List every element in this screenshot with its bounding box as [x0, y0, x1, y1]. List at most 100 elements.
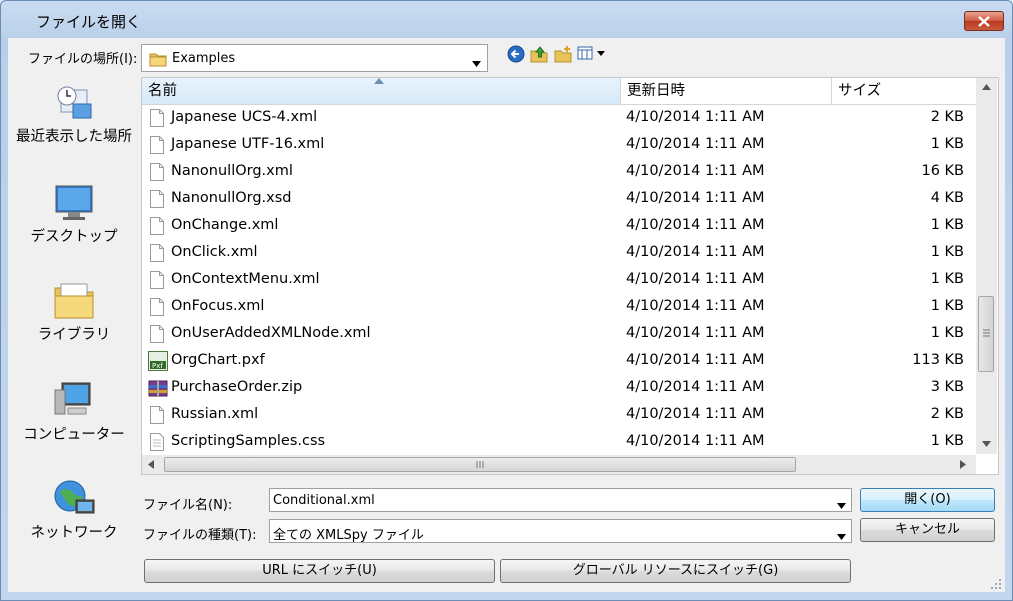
- computer-icon: [54, 382, 91, 415]
- file-size: 1 KB: [930, 298, 964, 314]
- file-date: 4/10/2014 1:11 AM: [626, 298, 765, 314]
- file-name: NanonullOrg.xsd: [171, 190, 292, 206]
- close-icon: [978, 16, 990, 27]
- chevron-down-icon[interactable]: [837, 529, 846, 544]
- place-desktop[interactable]: デスクトップ: [16, 184, 132, 248]
- horizontal-scrollbar[interactable]: [142, 455, 976, 474]
- place-network[interactable]: ネットワーク: [16, 478, 132, 544]
- file-row[interactable]: Japanese UTF-16.xml 4/10/2014 1:11 AM 1 KB: [142, 132, 978, 159]
- place-label: ライブラリ: [37, 327, 111, 343]
- zip-file-icon: [148, 378, 168, 402]
- file-name: Russian.xml: [171, 406, 259, 422]
- scroll-left-icon[interactable]: [148, 460, 154, 469]
- file-date: 4/10/2014 1:11 AM: [626, 406, 765, 422]
- file-date: 4/10/2014 1:11 AM: [626, 271, 765, 287]
- libraries-icon: [54, 283, 94, 319]
- file-size: 1 KB: [930, 271, 964, 287]
- file-size: 1 KB: [930, 325, 964, 341]
- column-header-size[interactable]: サイズ: [832, 78, 978, 105]
- place-recent[interactable]: 最近表示した場所: [16, 82, 132, 148]
- chevron-down-icon[interactable]: [837, 498, 846, 513]
- new-folder-icon[interactable]: [554, 45, 572, 67]
- file-row[interactable]: NanonullOrg.xsd 4/10/2014 1:11 AM 4 KB: [142, 186, 978, 213]
- file-list[interactable]: 名前 更新日時 サイズ Japanese UCS-4.xml 4/10/2014 …: [141, 77, 999, 475]
- lookin-combo[interactable]: Examples: [141, 44, 488, 72]
- svg-text:Pxf: Pxf: [152, 362, 163, 370]
- file-size: 4 KB: [930, 190, 964, 206]
- scroll-right-icon[interactable]: [960, 460, 966, 469]
- global-resource-switch-button[interactable]: グローバル リソースにスイッチ(G): [500, 559, 851, 583]
- up-folder-icon[interactable]: [530, 45, 548, 67]
- file-row[interactable]: Pxf OrgChart.pxf 4/10/2014 1:11 AM 113 KB: [142, 348, 978, 375]
- file-date: 4/10/2014 1:11 AM: [626, 109, 765, 125]
- column-header-label: 名前: [148, 83, 177, 99]
- file-date: 4/10/2014 1:11 AM: [626, 433, 765, 449]
- place-computer[interactable]: コンピューター: [16, 380, 132, 446]
- view-menu-icon[interactable]: [577, 45, 607, 65]
- desktop-icon: [55, 185, 93, 220]
- column-header-name[interactable]: 名前: [142, 78, 621, 105]
- file-name: OnFocus.xml: [171, 298, 265, 314]
- file-row[interactable]: OnChange.xml 4/10/2014 1:11 AM 1 KB: [142, 213, 978, 240]
- document-icon: [150, 109, 164, 131]
- document-icon: [150, 271, 164, 293]
- file-size: 3 KB: [930, 379, 964, 395]
- file-date: 4/10/2014 1:11 AM: [626, 244, 765, 260]
- url-switch-button[interactable]: URL にスイッチ(U): [144, 559, 495, 583]
- vertical-scroll-thumb[interactable]: [978, 296, 994, 372]
- file-date: 4/10/2014 1:11 AM: [626, 325, 765, 341]
- column-header-label: 更新日時: [627, 83, 685, 99]
- network-icon: [54, 480, 95, 514]
- file-name: NanonullOrg.xml: [171, 163, 293, 179]
- document-icon: [150, 433, 164, 455]
- filetype-select[interactable]: 全ての XMLSpy ファイル: [269, 519, 852, 543]
- back-icon[interactable]: [507, 45, 525, 67]
- folder-icon: [149, 51, 167, 71]
- filetype-value: 全ての XMLSpy ファイル: [273, 528, 424, 543]
- scroll-up-icon[interactable]: [982, 84, 991, 90]
- column-header-date[interactable]: 更新日時: [621, 78, 832, 105]
- file-date: 4/10/2014 1:11 AM: [626, 136, 765, 152]
- file-row[interactable]: ScriptingSamples.css 4/10/2014 1:11 AM 1 K…: [142, 429, 978, 456]
- recent-places-icon: [57, 86, 92, 119]
- horizontal-scroll-thumb[interactable]: [164, 457, 796, 472]
- document-icon: [150, 217, 164, 239]
- filetype-label: ファイルの種類(T):: [143, 528, 257, 543]
- document-icon: [150, 163, 164, 185]
- file-name: OnUserAddedXMLNode.xml: [171, 325, 371, 341]
- file-name: OnChange.xml: [171, 217, 279, 233]
- file-name: Japanese UTF-16.xml: [171, 136, 325, 152]
- filename-input[interactable]: Conditional.xml: [269, 488, 852, 512]
- file-row[interactable]: OnFocus.xml 4/10/2014 1:11 AM 1 KB: [142, 294, 978, 321]
- document-icon: [150, 190, 164, 212]
- file-row[interactable]: Japanese UCS-4.xml 4/10/2014 1:11 AM 2 KB: [142, 105, 978, 132]
- place-libraries[interactable]: ライブラリ: [16, 280, 132, 346]
- file-name: ScriptingSamples.css: [171, 433, 326, 449]
- file-size: 1 KB: [930, 136, 964, 152]
- file-date: 4/10/2014 1:11 AM: [626, 217, 765, 233]
- file-row[interactable]: NanonullOrg.xml 4/10/2014 1:11 AM 16 KB: [142, 159, 978, 186]
- file-row[interactable]: OnUserAddedXMLNode.xml 4/10/2014 1:11 AM 1…: [142, 321, 978, 348]
- open-button[interactable]: 開く(O): [860, 488, 995, 512]
- file-row[interactable]: PurchaseOrder.zip 4/10/2014 1:11 AM 3 KB: [142, 375, 978, 402]
- file-name: PurchaseOrder.zip: [171, 379, 303, 395]
- file-name: Japanese UCS-4.xml: [171, 109, 318, 125]
- file-size: 2 KB: [930, 406, 964, 422]
- file-date: 4/10/2014 1:11 AM: [626, 190, 765, 206]
- title-bar: ファイルを開く: [0, 0, 1013, 38]
- file-row[interactable]: OnContextMenu.xml 4/10/2014 1:11 AM 1 KB: [142, 267, 978, 294]
- filename-value: Conditional.xml: [273, 493, 375, 508]
- lookin-label: ファイルの場所(I):: [28, 52, 138, 67]
- scroll-down-icon[interactable]: [982, 441, 991, 447]
- sort-up-icon: [374, 78, 384, 84]
- file-size: 1 KB: [930, 217, 964, 233]
- places-bar: 最近表示した場所 デスクトップ ライブラリ コンピューター ネットワーク: [16, 76, 132, 546]
- vertical-scrollbar[interactable]: [976, 78, 997, 454]
- close-button[interactable]: [964, 11, 1004, 31]
- file-size: 16 KB: [921, 163, 964, 179]
- resize-grip-icon[interactable]: [990, 578, 1002, 590]
- cancel-button[interactable]: キャンセル: [860, 518, 995, 542]
- file-row[interactable]: OnClick.xml 4/10/2014 1:11 AM 1 KB: [142, 240, 978, 267]
- column-header-label: サイズ: [838, 83, 882, 99]
- file-row[interactable]: Russian.xml 4/10/2014 1:11 AM 2 KB: [142, 402, 978, 429]
